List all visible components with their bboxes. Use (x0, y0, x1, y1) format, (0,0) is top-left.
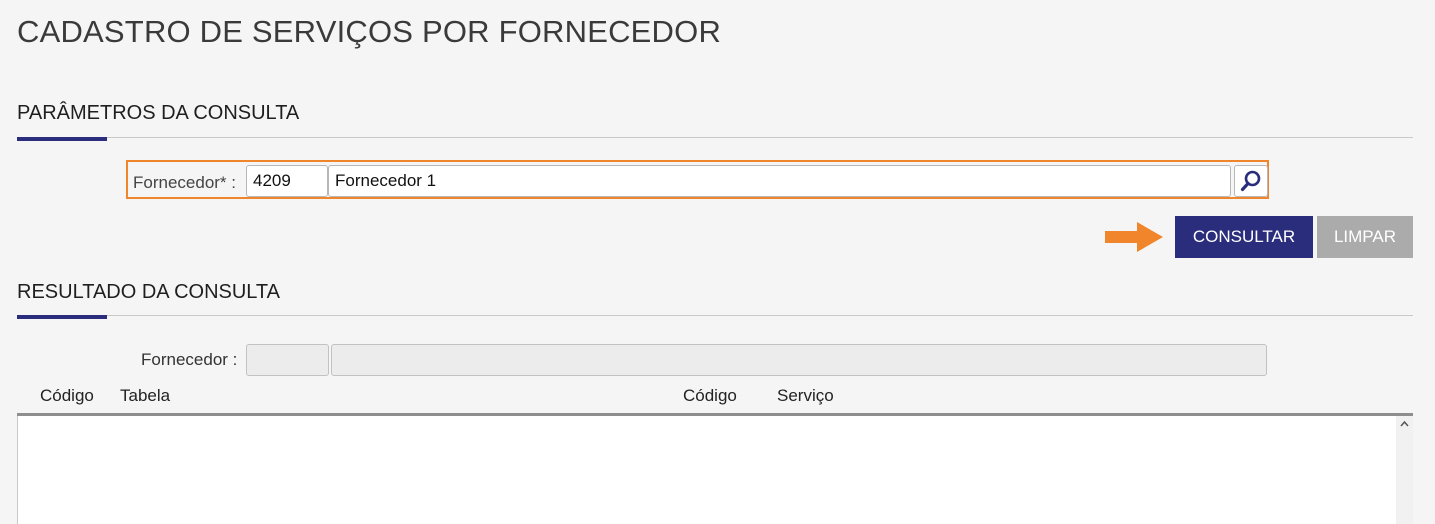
column-header-servico[interactable]: Serviço (777, 386, 834, 406)
result-section-title: RESULTADO DA CONSULTA (17, 281, 281, 303)
column-header-codigo-tabela[interactable]: Código (40, 386, 94, 406)
supplier-code-input[interactable] (246, 165, 328, 197)
search-icon (1240, 170, 1261, 192)
scroll-up-icon[interactable] (1400, 420, 1409, 428)
results-scrollbar[interactable] (1396, 416, 1413, 524)
arrow-right-icon (1105, 222, 1163, 252)
results-table-body (17, 416, 1413, 524)
params-section-divider (17, 137, 1413, 138)
supplier-label: Fornecedor* : (133, 173, 236, 192)
result-supplier-name-field (331, 344, 1267, 376)
result-supplier-label: Fornecedor : (141, 350, 238, 369)
consult-button[interactable]: CONSULTAR (1175, 216, 1313, 258)
result-section-divider (17, 315, 1413, 316)
column-header-codigo-servico[interactable]: Código (683, 386, 737, 406)
result-section-accent (17, 315, 107, 319)
page-title: CADASTRO DE SERVIÇOS POR FORNECEDOR (17, 14, 722, 49)
result-supplier-code-field (246, 344, 329, 376)
column-header-tabela[interactable]: Tabela (120, 386, 170, 406)
supplier-search-button[interactable] (1234, 165, 1268, 197)
params-section-accent (17, 137, 107, 141)
supplier-name-input[interactable] (328, 165, 1231, 197)
clear-button[interactable]: LIMPAR (1317, 216, 1413, 258)
params-section-title: PARÂMETROS DA CONSULTA (17, 102, 300, 124)
